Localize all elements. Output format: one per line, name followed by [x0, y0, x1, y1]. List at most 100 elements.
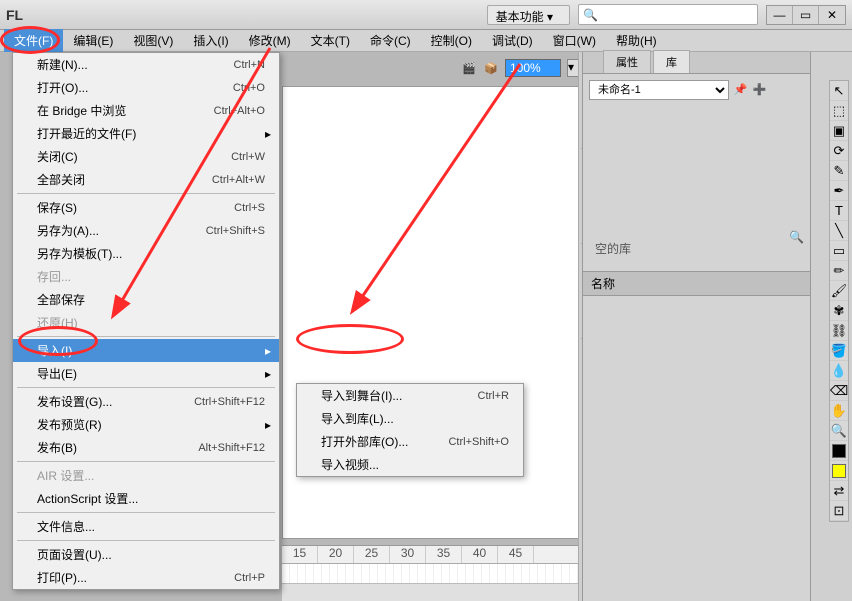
brush-tool[interactable]: 🖌 — [830, 281, 848, 301]
close-button[interactable]: ✕ — [819, 6, 845, 24]
deco-tool[interactable]: ✾ — [830, 301, 848, 321]
subselection-tool[interactable]: ⬚ — [830, 101, 848, 121]
menu-command[interactable]: 命令(C) — [360, 29, 421, 52]
file-menu-item[interactable]: 另存为模板(T)... — [13, 242, 279, 265]
canvas-toolbar: 🎬 📦 100% ▾ — [459, 57, 581, 79]
timeline-tick: 15 — [282, 546, 318, 563]
menu-view[interactable]: 视图(V) — [123, 29, 183, 52]
menu-window[interactable]: 窗口(W) — [543, 29, 606, 52]
file-menu-item[interactable]: 发布预览(R) — [13, 413, 279, 436]
file-menu-item[interactable]: 打开(O)...Ctrl+O — [13, 76, 279, 99]
menu-file[interactable]: 文件(F) — [4, 29, 63, 52]
zoom-tool[interactable]: 🔍 — [830, 421, 848, 441]
rectangle-tool[interactable]: ▭ — [830, 241, 848, 261]
new-lib-icon[interactable]: ➕ — [752, 82, 768, 98]
menu-item-shortcut: Ctrl+S — [234, 202, 265, 214]
menu-item-label: 全部关闭 — [37, 171, 212, 188]
bone-tool[interactable]: ⛓ — [830, 321, 848, 341]
menu-item-label: 关闭(C) — [37, 148, 231, 165]
search-input[interactable] — [598, 5, 753, 24]
stroke-color[interactable] — [830, 441, 848, 461]
file-menu-item[interactable]: 文件信息... — [13, 515, 279, 538]
file-menu-item[interactable]: 打开最近的文件(F) — [13, 122, 279, 145]
pin-icon[interactable]: 📌 — [732, 82, 748, 98]
file-menu-item[interactable]: 存回... — [13, 265, 279, 288]
timeline-frames[interactable] — [282, 564, 582, 584]
file-menu-item[interactable]: 发布设置(G)...Ctrl+Shift+F12 — [13, 390, 279, 413]
import-menu-item[interactable]: 导入视频... — [297, 453, 523, 476]
search-box[interactable]: 🔍 — [578, 4, 758, 25]
menu-item-shortcut: Ctrl+O — [233, 82, 265, 94]
3d-rotation-tool[interactable]: ⟳ — [830, 141, 848, 161]
import-menu-item[interactable]: 导入到库(L)... — [297, 407, 523, 430]
pencil-tool[interactable]: ✏ — [830, 261, 848, 281]
minimize-button[interactable]: — — [767, 6, 793, 24]
titlebar: FL 基本功能 ▾ 🔍 — ▭ ✕ — [0, 0, 852, 30]
free-transform-tool[interactable]: ▣ — [830, 121, 848, 141]
menu-modify[interactable]: 修改(M) — [239, 29, 301, 52]
file-menu-item[interactable]: 关闭(C)Ctrl+W — [13, 145, 279, 168]
import-menu-item[interactable]: 打开外部库(O)...Ctrl+Shift+O — [297, 430, 523, 453]
library-search-icon[interactable]: 🔍 — [789, 230, 804, 244]
zoom-level[interactable]: 100% — [505, 59, 561, 77]
line-tool[interactable]: ╲ — [830, 221, 848, 241]
file-menu-item[interactable]: 打印(P)...Ctrl+P — [13, 566, 279, 589]
menu-item-shortcut: Ctrl+P — [234, 572, 265, 584]
menu-text[interactable]: 文本(T) — [301, 29, 360, 52]
file-menu-item[interactable]: 保存(S)Ctrl+S — [13, 196, 279, 219]
file-menu-item[interactable]: 在 Bridge 中浏览Ctrl+Alt+O — [13, 99, 279, 122]
menu-item-label: 还原(H) — [37, 314, 265, 331]
file-menu-item[interactable]: 全部保存 — [13, 288, 279, 311]
file-menu-item[interactable]: 全部关闭Ctrl+Alt+W — [13, 168, 279, 191]
scene-icon[interactable]: 🎬 — [461, 60, 477, 76]
file-menu-item[interactable]: 新建(N)...Ctrl+N — [13, 53, 279, 76]
eyedropper-tool[interactable]: 💧 — [830, 361, 848, 381]
maximize-button[interactable]: ▭ — [793, 6, 819, 24]
library-empty-text: 空的库 — [595, 240, 804, 257]
menu-item-shortcut: Ctrl+Shift+O — [448, 436, 509, 448]
swap-colors-icon[interactable]: ⇄ — [830, 481, 848, 501]
import-menu-item[interactable]: 导入到舞台(I)...Ctrl+R — [297, 384, 523, 407]
menu-debug[interactable]: 调试(D) — [482, 29, 543, 52]
file-menu-item[interactable]: AIR 设置... — [13, 464, 279, 487]
pen-tool[interactable]: ✒ — [830, 181, 848, 201]
menu-item-shortcut: Ctrl+R — [478, 390, 509, 402]
menu-item-label: 另存为模板(T)... — [37, 245, 265, 262]
file-menu-item[interactable]: 另存为(A)...Ctrl+Shift+S — [13, 219, 279, 242]
tab-properties[interactable]: 属性 — [603, 50, 651, 73]
paint-bucket-tool[interactable]: 🪣 — [830, 341, 848, 361]
menu-item-label: 保存(S) — [37, 199, 234, 216]
menu-item-label: 打印(P)... — [37, 569, 234, 586]
text-tool[interactable]: T — [830, 201, 848, 221]
menu-help[interactable]: 帮助(H) — [606, 29, 667, 52]
menu-item-label: 导入到库(L)... — [321, 410, 509, 427]
menu-item-shortcut: Ctrl+Alt+W — [212, 174, 265, 186]
search-icon: 🔍 — [583, 8, 598, 22]
timeline-tick: 25 — [354, 546, 390, 563]
file-menu-item[interactable]: ActionScript 设置... — [13, 487, 279, 510]
menu-edit[interactable]: 编辑(E) — [63, 29, 123, 52]
eraser-tool[interactable]: ⌫ — [830, 381, 848, 401]
timeline-ruler[interactable]: 15 20 25 30 35 40 45 — [282, 546, 582, 564]
library-header[interactable]: 名称 — [583, 271, 810, 296]
fill-color[interactable] — [830, 461, 848, 481]
snap-icon[interactable]: ⊡ — [830, 501, 848, 521]
file-menu-dropdown: 新建(N)...Ctrl+N打开(O)...Ctrl+O在 Bridge 中浏览… — [12, 52, 280, 590]
file-menu-item[interactable]: 导出(E) — [13, 362, 279, 385]
document-select[interactable]: 未命名-1 — [589, 80, 729, 100]
file-menu-item[interactable]: 还原(H) — [13, 311, 279, 334]
menu-item-label: 存回... — [37, 268, 265, 285]
menu-control[interactable]: 控制(O) — [421, 29, 482, 52]
menu-insert[interactable]: 插入(I) — [183, 29, 238, 52]
file-menu-item[interactable]: 导入(I) — [13, 339, 279, 362]
file-menu-item[interactable]: 页面设置(U)... — [13, 543, 279, 566]
tab-library[interactable]: 库 — [653, 50, 690, 73]
symbol-icon[interactable]: 📦 — [483, 60, 499, 76]
menu-item-label: 另存为(A)... — [37, 222, 206, 239]
lasso-tool[interactable]: ✎ — [830, 161, 848, 181]
menu-item-label: 发布设置(G)... — [37, 393, 194, 410]
workspace-selector[interactable]: 基本功能 ▾ — [487, 5, 570, 25]
hand-tool[interactable]: ✋ — [830, 401, 848, 421]
selection-tool[interactable]: ↖ — [830, 81, 848, 101]
file-menu-item[interactable]: 发布(B)Alt+Shift+F12 — [13, 436, 279, 459]
